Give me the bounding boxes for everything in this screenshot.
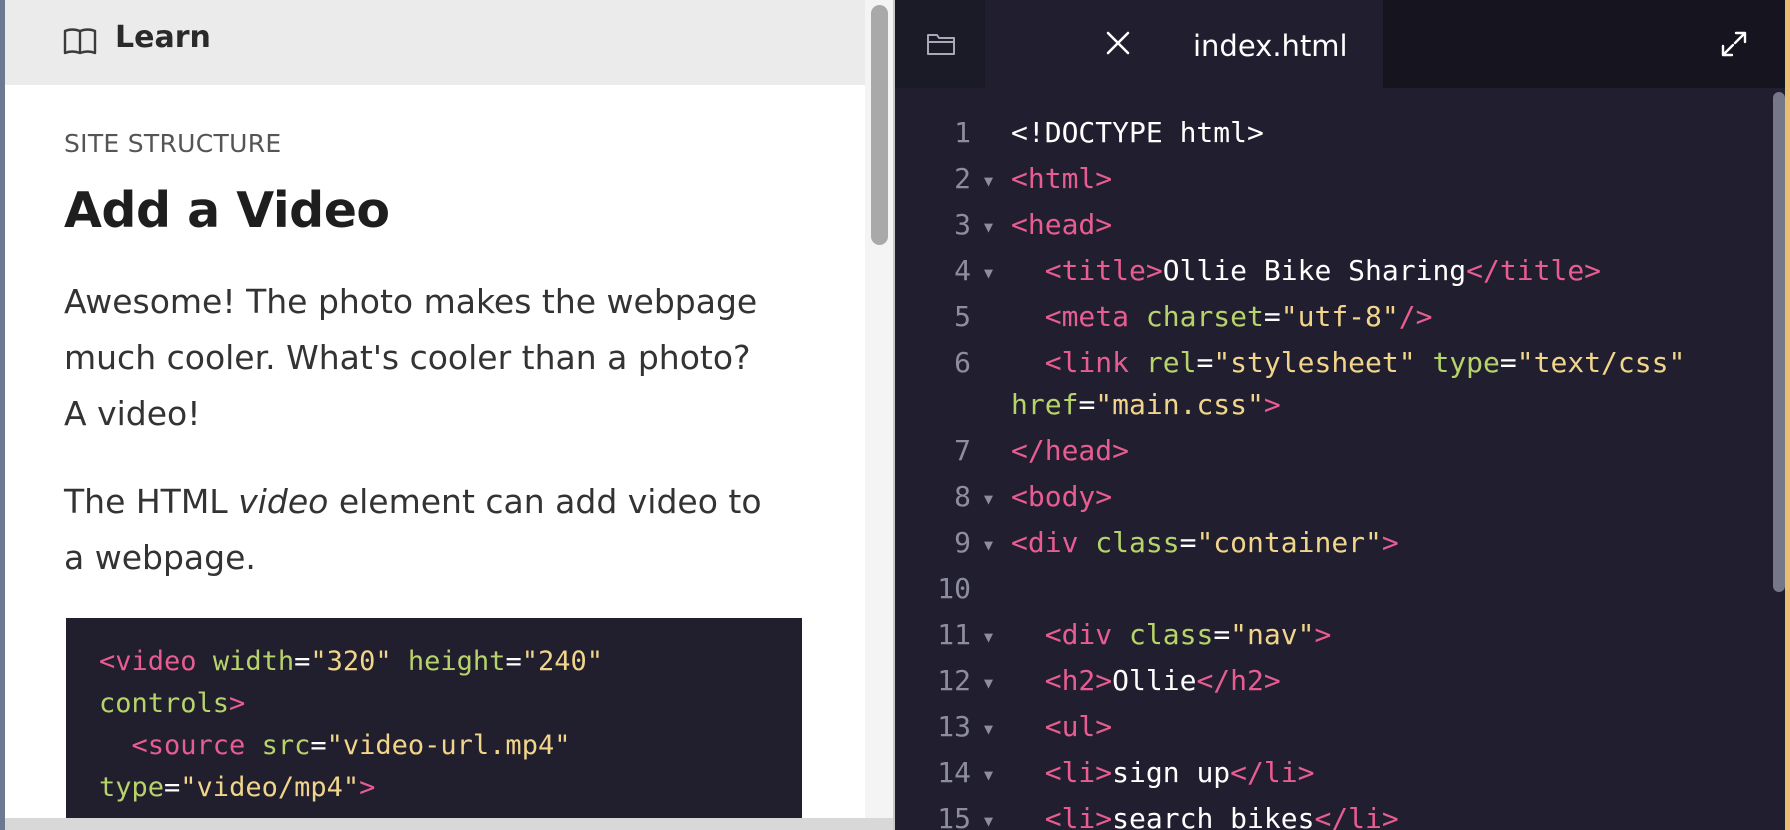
fold-arrow-icon[interactable]: ▼ (984, 628, 993, 646)
fold-arrow-icon[interactable]: ▼ (984, 674, 993, 692)
line-number: 2 (954, 162, 971, 195)
fold-arrow-icon[interactable]: ▼ (984, 720, 993, 738)
code-line: <head> (1011, 208, 1113, 241)
lesson-paragraph: The HTML video element can add video to … (64, 482, 762, 577)
line-number: 12 (937, 664, 971, 697)
editor-scrollbar-thumb[interactable] (1773, 92, 1785, 592)
code-line: <!DOCTYPE html> (1011, 116, 1264, 149)
code-line: <link rel="stylesheet" type="text/css" (1044, 346, 1686, 379)
code-line: <html> (1011, 162, 1113, 195)
code-example-block: <video width="320" height="240" controls… (66, 618, 802, 830)
line-number: 14 (937, 756, 971, 789)
line-number: 9 (954, 526, 971, 559)
fold-arrow-icon[interactable]: ▼ (984, 172, 993, 190)
line-number: 3 (954, 208, 971, 241)
code-line: <h2>Ollie</h2> (1044, 664, 1281, 697)
folder-icon (927, 34, 955, 55)
code-line: <li>search bikes</li> (1044, 802, 1399, 830)
editor-tab-bar: index.html (895, 0, 1790, 88)
window-edge (0, 0, 5, 830)
line-number: 1 (954, 116, 971, 149)
fold-arrow-icon[interactable]: ▼ (984, 264, 993, 282)
fold-arrow-icon[interactable]: ▼ (984, 766, 993, 784)
learn-header: Learn (5, 0, 865, 85)
fold-arrow-icon[interactable]: ▼ (984, 218, 993, 236)
code-line: <title>Ollie Bike Sharing</title> (1044, 254, 1602, 287)
line-number: 6 (954, 346, 971, 379)
code-line: <div class="nav"> (1044, 618, 1332, 651)
learn-panel: Learn SITE STRUCTURE Add a Video Awesome… (0, 0, 893, 830)
emphasis-text: video (238, 482, 329, 521)
lesson-paragraph: Awesome! The photo makes the webpage muc… (64, 282, 758, 433)
code-editor[interactable]: index.html 1 2 3 4 5 6 7 8 9 10 11 12 13… (895, 0, 1790, 830)
editor-edge-accent (1785, 0, 1790, 830)
book-icon (63, 28, 97, 55)
learn-scrollbar-thumb[interactable] (871, 5, 888, 245)
code-line-wrapped: href="main.css"> (1011, 388, 1281, 421)
line-number: 11 (937, 618, 971, 651)
fold-arrow-icon[interactable]: ▼ (984, 536, 993, 554)
line-number: 4 (954, 254, 971, 287)
code-line: <meta charset="utf-8"/> (1044, 300, 1433, 333)
section-label: SITE STRUCTURE (64, 129, 282, 158)
fold-arrow-icon[interactable]: ▼ (984, 490, 993, 508)
tab-label: index.html (1193, 29, 1348, 63)
close-icon[interactable] (1105, 30, 1131, 56)
line-number: 15 (937, 802, 971, 830)
code-line: <body> (1011, 480, 1113, 513)
code-example-line: <source src="video-url.mp4" (131, 730, 571, 761)
expand-icon[interactable] (1720, 30, 1748, 58)
learn-title: Learn (115, 20, 211, 55)
code-line: <li>sign up</li> (1044, 756, 1315, 789)
line-number: 8 (954, 480, 971, 513)
line-number: 7 (954, 434, 971, 467)
code-line: <ul> (1044, 710, 1113, 743)
code-line: </head> (1011, 434, 1130, 467)
file-browser-button[interactable] (895, 0, 985, 88)
lesson-title: Add a Video (64, 182, 390, 239)
line-number: 13 (937, 710, 971, 743)
code-example-line: type="video/mp4"> (99, 772, 376, 803)
horizontal-scrollbar[interactable] (0, 818, 893, 830)
line-number: 10 (937, 572, 971, 605)
tab-index-html[interactable]: index.html (985, 0, 1383, 88)
line-number: 5 (954, 300, 971, 333)
code-example-line: <video width="320" height="240" (99, 646, 603, 677)
code-example-line: controls> (99, 688, 246, 719)
code-line: <div class="container"> (1011, 526, 1399, 559)
fold-arrow-icon[interactable]: ▼ (984, 812, 993, 830)
